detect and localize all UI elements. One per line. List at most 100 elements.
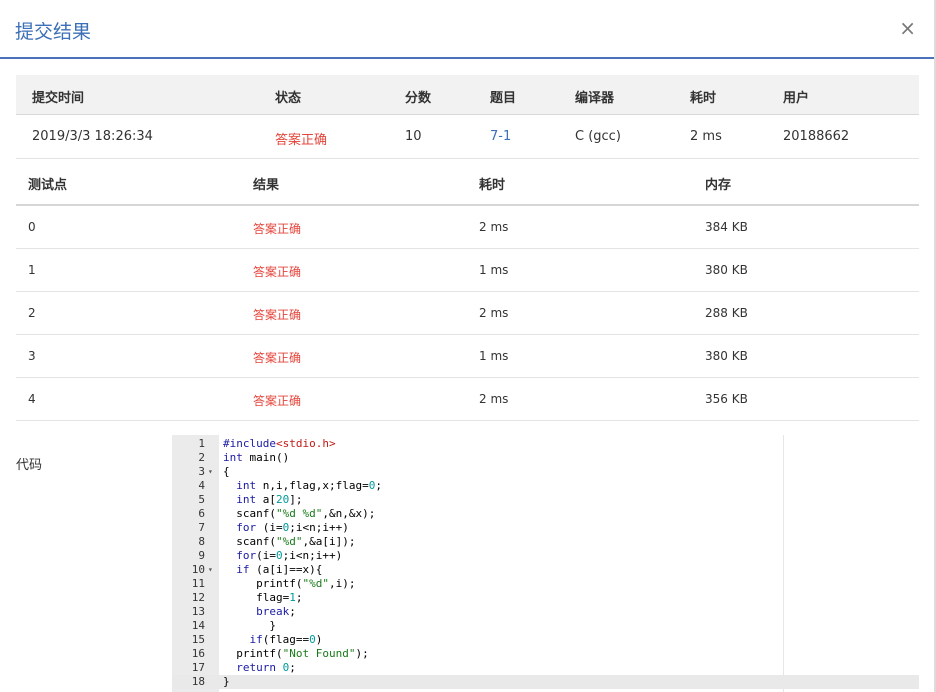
code-line[interactable]: 2 int main() — [172, 451, 919, 465]
testcase-time: 2 ms — [479, 220, 509, 234]
code-text: #include<stdio.h> — [223, 437, 336, 450]
code-line[interactable]: 16 printf("Not Found"); — [172, 647, 919, 661]
line-number: 3 — [198, 465, 205, 478]
code-line[interactable]: 7 for (i=0;i<n;i++) — [172, 521, 919, 535]
fold-arrow-icon[interactable]: ▾ — [208, 563, 213, 577]
line-number: 15 — [191, 633, 205, 646]
compiler: C (gcc) — [575, 129, 621, 144]
testcase-time: 1 ms — [479, 263, 509, 277]
code-text: } — [223, 619, 276, 632]
testcase-id: 0 — [28, 220, 36, 234]
col-status: 状态 — [275, 91, 302, 106]
col-result: 结果 — [253, 178, 280, 193]
testcase-id: 3 — [28, 349, 36, 363]
testcase-memory: 356 KB — [705, 392, 748, 406]
code-text: scanf("%d %d",&n,&x); — [223, 507, 376, 520]
testcase-memory: 380 KB — [705, 349, 748, 363]
code-line[interactable]: 1 #include<stdio.h> — [172, 437, 919, 451]
code-line[interactable]: 10 ▾ if (a[i]==x){ — [172, 563, 919, 577]
code-line[interactable]: 11 printf("%d",i); — [172, 577, 919, 591]
table-row: 4 答案正确 2 ms 356 KB — [16, 378, 919, 421]
testcase-id: 1 — [28, 263, 36, 277]
fold-arrow-icon[interactable]: ▾ — [208, 465, 213, 479]
testcase-memory: 288 KB — [705, 306, 748, 320]
code-line[interactable]: 5 int a[20]; — [172, 493, 919, 507]
line-number: 5 — [198, 493, 205, 506]
code-line[interactable]: 18} — [172, 675, 919, 689]
col-case-time: 耗时 — [479, 178, 506, 193]
line-number: 10 — [191, 563, 205, 576]
testcase-memory: 380 KB — [705, 263, 748, 277]
col-score: 分数 — [405, 91, 432, 106]
code-text: int n,i,flag,x;flag=0; — [236, 479, 382, 492]
line-number: 9 — [198, 549, 205, 562]
code-text: return 0; — [236, 661, 296, 674]
summary-table-header: 提交时间 状态 分数 题目 编译器 耗时 用户 — [16, 75, 919, 115]
line-number: 13 — [191, 605, 205, 618]
line-number: 17 — [191, 661, 205, 674]
status-badge: 答案正确 — [275, 133, 328, 148]
code-label: 代码 — [16, 458, 43, 473]
dialog-header: 提交结果 × — [0, 0, 934, 59]
submit-time: 2019/3/3 18:26:34 — [32, 129, 153, 144]
code-editor[interactable]: 1 #include<stdio.h> 2 int main() 3 ▾{4 int n,… — [172, 435, 919, 692]
code-text: for(i=0;i<n;i++) — [236, 549, 343, 562]
code-line[interactable]: 9 for(i=0;i<n;i++) — [172, 549, 919, 563]
testcase-id: 2 — [28, 306, 36, 320]
code-text: int a[20]; — [236, 493, 303, 506]
col-testcase: 测试点 — [28, 178, 68, 193]
col-problem: 题目 — [490, 91, 517, 106]
problem-link[interactable]: 7-1 — [490, 129, 511, 144]
testcase-time: 2 ms — [479, 392, 509, 406]
code-text: break; — [256, 605, 296, 618]
code-text: flag=1; — [223, 591, 303, 604]
code-line[interactable]: 14 } — [172, 619, 919, 633]
code-line[interactable]: 17 return 0; — [172, 661, 919, 675]
table-row: 1 答案正确 1 ms 380 KB — [16, 249, 919, 292]
code-line[interactable]: 8 scanf("%d",&a[i]); — [172, 535, 919, 549]
code-line[interactable]: 13 break; — [172, 605, 919, 619]
code-line[interactable]: 6 scanf("%d %d",&n,&x); — [172, 507, 919, 521]
testcase-time: 2 ms — [479, 306, 509, 320]
code-line[interactable]: 15 if(flag==0) — [172, 633, 919, 647]
elapsed-time: 2 ms — [690, 129, 722, 144]
testcase-id: 4 — [28, 392, 36, 406]
line-number: 18 — [191, 675, 205, 688]
code-text: printf("Not Found"); — [223, 647, 369, 660]
testcase-result: 答案正确 — [253, 308, 302, 322]
code-line[interactable]: 12 flag=1; — [172, 591, 919, 605]
line-number: 11 — [191, 577, 205, 590]
user-id: 20188662 — [783, 129, 850, 144]
code-text: printf("%d",i); — [223, 577, 356, 590]
col-submit-time: 提交时间 — [32, 91, 85, 106]
code-line[interactable]: 3 ▾ { — [172, 465, 919, 479]
col-memory: 内存 — [705, 178, 732, 193]
dialog-title: 提交结果 — [15, 21, 92, 43]
testcase-result: 答案正确 — [253, 222, 302, 236]
testcase-result: 答案正确 — [253, 265, 302, 279]
score: 10 — [405, 129, 422, 144]
code-text: } — [223, 675, 230, 688]
testcase-memory: 384 KB — [705, 220, 748, 234]
line-number: 2 — [198, 451, 205, 464]
line-number: 8 — [198, 535, 205, 548]
close-icon[interactable]: × — [899, 16, 916, 40]
testcase-result: 答案正确 — [253, 351, 302, 365]
table-row: 2 答案正确 2 ms 288 KB — [16, 292, 919, 335]
code-text: scanf("%d",&a[i]); — [223, 535, 356, 548]
code-text: if(flag==0) — [249, 633, 323, 646]
line-number: 1 — [198, 437, 205, 450]
code-text: if (a[i]==x){ — [236, 563, 323, 576]
code-text: for (i=0;i<n;i++) — [236, 521, 349, 534]
code-line[interactable]: 4 int n,i,flag,x;flag=0; — [172, 479, 919, 493]
col-compiler: 编译器 — [575, 91, 615, 106]
line-number: 16 — [191, 647, 205, 660]
line-number: 6 — [198, 507, 205, 520]
col-time: 耗时 — [690, 91, 717, 106]
col-user: 用户 — [783, 91, 810, 106]
testcase-result: 答案正确 — [253, 394, 302, 408]
summary-row: 2019/3/3 18:26:34 答案正确 10 7-1 C (gcc) 2 … — [16, 115, 919, 159]
table-row: 3 答案正确 1 ms 380 KB — [16, 335, 919, 378]
testcase-time: 1 ms — [479, 349, 509, 363]
line-number: 4 — [198, 479, 205, 492]
